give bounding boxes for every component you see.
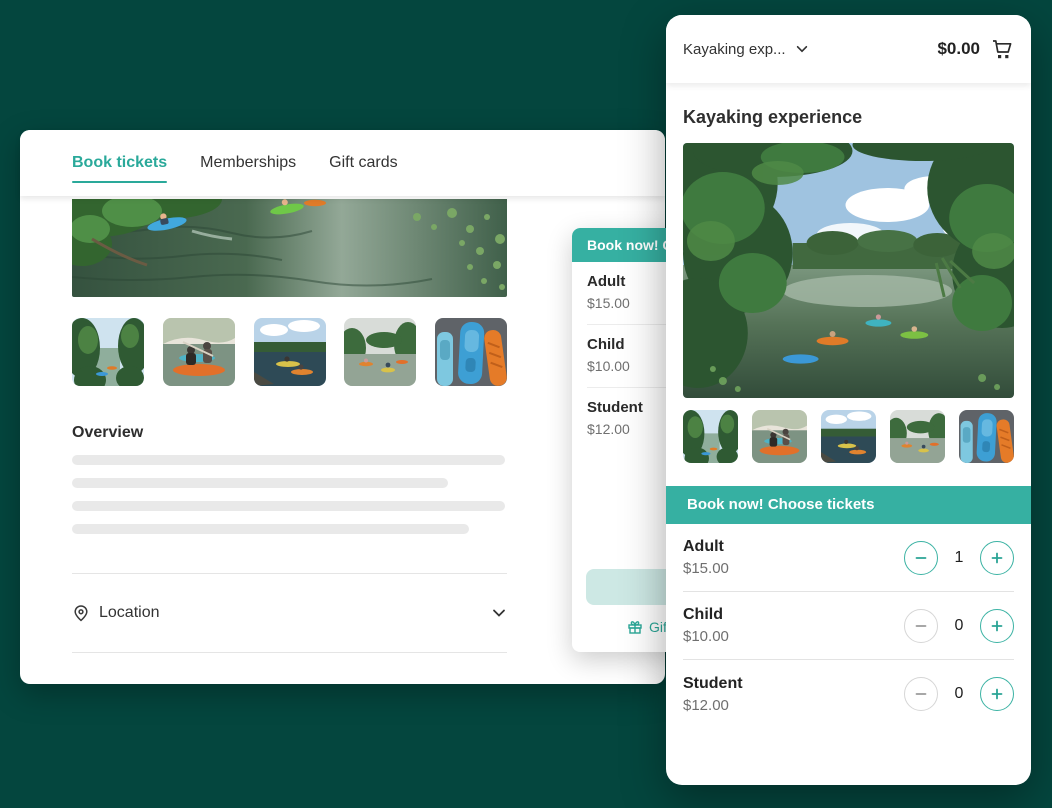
tab-book-tickets[interactable]: Book tickets	[72, 130, 167, 196]
widget-header: Kayaking exp... $0.00	[666, 15, 1031, 83]
text-placeholder-bar	[72, 524, 469, 534]
thumbnail-photo-5[interactable]	[959, 410, 1014, 463]
increase-quantity-button[interactable]	[980, 609, 1014, 643]
experience-title: Kayaking experience	[683, 107, 1014, 128]
ticket-price: $12.00	[683, 697, 904, 714]
chevron-down-icon	[491, 605, 507, 621]
location-label: Location	[99, 604, 160, 622]
plus-icon	[990, 687, 1004, 701]
photo-thumbnails	[72, 318, 507, 386]
quantity-stepper: 0	[904, 677, 1014, 711]
shopping-cart-icon	[990, 37, 1014, 61]
ticket-name: Adult	[683, 538, 904, 556]
increase-quantity-button[interactable]	[980, 541, 1014, 575]
plus-icon	[990, 551, 1004, 565]
decrease-quantity-button[interactable]	[904, 609, 938, 643]
minus-icon	[914, 687, 928, 701]
thumbnail-photo-4[interactable]	[890, 410, 945, 463]
page-background: Book tickets Memberships Gift cards Over…	[0, 0, 1052, 808]
text-placeholder-bar	[72, 478, 448, 488]
ticket-price: $15.00	[683, 560, 904, 577]
plus-icon	[990, 619, 1004, 633]
ticket-row-adult: Adult $15.00 1	[683, 524, 1014, 592]
increase-quantity-button[interactable]	[980, 677, 1014, 711]
thumbnail-photo-1[interactable]	[72, 318, 144, 386]
main-photo[interactable]	[683, 143, 1014, 398]
ticket-name: Child	[683, 606, 904, 624]
tab-memberships[interactable]: Memberships	[200, 130, 296, 196]
product-selector-dropdown[interactable]: Kayaking exp...	[683, 41, 809, 58]
booking-widget-panel: Kayaking exp... $0.00 Kayaking experienc…	[666, 15, 1031, 785]
thumbnail-photo-2[interactable]	[752, 410, 807, 463]
ticket-name: Student	[683, 675, 904, 693]
overview-heading: Overview	[72, 424, 507, 442]
chevron-down-icon	[795, 42, 809, 56]
product-selector-label: Kayaking exp...	[683, 41, 786, 58]
thumbnail-photo-5[interactable]	[435, 318, 507, 386]
decrease-quantity-button[interactable]	[904, 677, 938, 711]
main-photo[interactable]	[72, 199, 507, 297]
ticket-price: $10.00	[683, 628, 904, 645]
text-placeholder-bar	[72, 455, 505, 465]
tab-gift-cards[interactable]: Gift cards	[329, 130, 397, 196]
photo-thumbnails	[683, 410, 1014, 463]
thumbnail-photo-1[interactable]	[683, 410, 738, 463]
thumbnail-photo-2[interactable]	[163, 318, 235, 386]
ticket-count: 0	[951, 617, 967, 635]
cart-button[interactable]: $0.00	[937, 37, 1014, 61]
ticket-row-student: Student $12.00 0	[683, 660, 1014, 728]
location-pin-icon	[72, 604, 90, 622]
ticket-row-child: Child $10.00 0	[683, 592, 1014, 660]
thumbnail-photo-4[interactable]	[344, 318, 416, 386]
thumbnail-photo-3[interactable]	[254, 318, 326, 386]
section-divider	[72, 652, 507, 653]
minus-icon	[914, 619, 928, 633]
gift-icon	[627, 619, 643, 635]
quantity-stepper: 0	[904, 609, 1014, 643]
ticket-count: 1	[951, 549, 967, 567]
ticket-count: 0	[951, 685, 967, 703]
text-placeholder-bar	[72, 501, 505, 511]
location-accordion[interactable]: Location	[72, 574, 507, 652]
gift-link[interactable]: Gift	[627, 619, 671, 635]
choose-tickets-banner: Book now! Choose tickets	[666, 486, 1031, 524]
booking-tabbar: Book tickets Memberships Gift cards	[20, 130, 665, 196]
decrease-quantity-button[interactable]	[904, 541, 938, 575]
thumbnail-photo-3[interactable]	[821, 410, 876, 463]
cart-total: $0.00	[937, 39, 980, 59]
booking-page-card: Book tickets Memberships Gift cards Over…	[20, 130, 665, 684]
quantity-stepper: 1	[904, 541, 1014, 575]
minus-icon	[914, 551, 928, 565]
